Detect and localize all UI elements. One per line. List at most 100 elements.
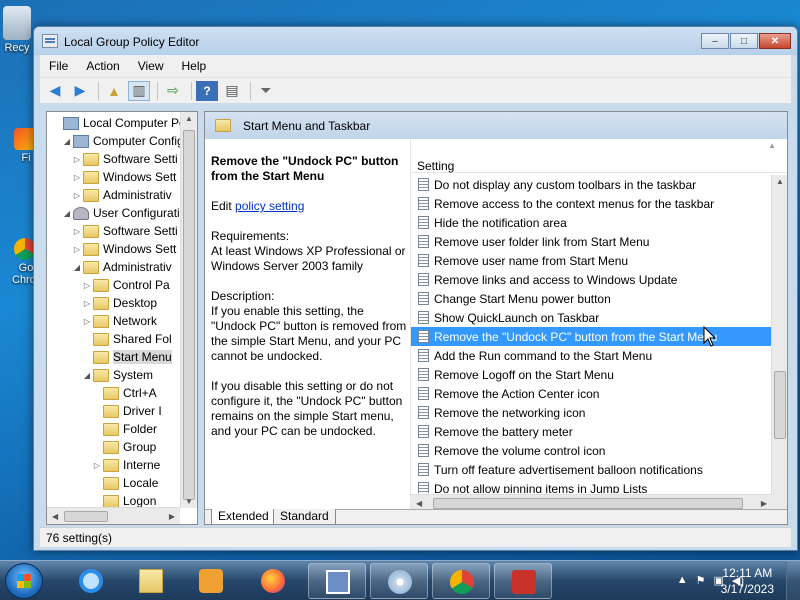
help-icon[interactable]: ? [196, 80, 218, 101]
setting-row[interactable]: Remove the volume control icon [411, 441, 772, 460]
scroll-up-icon[interactable]: ▲ [185, 114, 193, 123]
clock[interactable]: 12:11 AM 3/17/2023 [721, 565, 774, 597]
setting-row[interactable]: Remove the "Undock PC" button from the S… [411, 327, 772, 346]
tree-expander-icon[interactable]: ▷ [71, 173, 83, 182]
flag-icon[interactable]: ⚑ [696, 574, 706, 587]
settings-list[interactable]: Setting ▲ Do not display any custom tool… [410, 139, 787, 511]
back-icon[interactable]: ◀ [44, 81, 66, 101]
tree-expander-icon[interactable]: ▷ [71, 191, 83, 200]
close-button[interactable]: ✕ [759, 33, 791, 49]
tree-expander-icon[interactable]: ◢ [61, 209, 73, 218]
taskbar-app-toolbox[interactable] [494, 563, 552, 599]
setting-row[interactable]: Remove access to the context menus for t… [411, 194, 772, 213]
tree-item[interactable]: ▷ Administrativ [71, 186, 172, 204]
setting-row[interactable]: Turn off feature advertisement balloon n… [411, 460, 772, 479]
setting-row[interactable]: Remove the networking icon [411, 403, 772, 422]
taskbar-app-firefox[interactable] [244, 563, 302, 599]
forward-icon[interactable]: ▶ [69, 81, 91, 101]
scroll-left-icon[interactable]: ◀ [416, 499, 422, 508]
tree-item[interactable]: ◢ Computer Config [61, 132, 184, 150]
taskbar-app-chrome[interactable] [432, 563, 490, 599]
tree-expander-icon[interactable]: ▷ [71, 155, 83, 164]
setting-row[interactable]: Change Start Menu power button [411, 289, 772, 308]
tree-item[interactable]: Group [91, 438, 156, 456]
tree-vertical-scrollbar[interactable]: ▲ ▼ [180, 112, 197, 508]
menu-view[interactable]: View [129, 59, 173, 73]
filter-icon[interactable]: ⏷ [255, 81, 277, 101]
tree-expander-icon[interactable]: ▷ [81, 281, 93, 290]
scrollbar-thumb[interactable] [64, 511, 108, 522]
setting-row[interactable]: Show QuickLaunch on Taskbar [411, 308, 772, 327]
setting-row[interactable]: Remove the Action Center icon [411, 384, 772, 403]
setting-row[interactable]: Remove links and access to Windows Updat… [411, 270, 772, 289]
title-bar[interactable]: Local Group Policy Editor ‒ □ ✕ [34, 27, 797, 55]
menu-action[interactable]: Action [77, 59, 128, 73]
tree-item[interactable]: ◢ User Configuratio [61, 204, 186, 222]
tree-item[interactable]: Local Computer Polic [51, 114, 197, 132]
menu-file[interactable]: File [40, 59, 77, 73]
column-header-setting[interactable]: Setting ▲ [411, 139, 787, 173]
start-button[interactable] [5, 563, 43, 599]
properties-icon[interactable]: ▤ [221, 81, 243, 101]
group-policy-editor-window[interactable]: Local Group Policy Editor ‒ □ ✕ File Act… [33, 26, 798, 551]
tree-horizontal-scrollbar[interactable]: ◀ ▶ [47, 507, 180, 524]
tab-standard[interactable]: Standard [273, 509, 336, 524]
tree-item[interactable]: ▷ Interne [91, 456, 160, 474]
policy-setting-link[interactable]: policy setting [235, 199, 304, 213]
show-hidden-icons-icon[interactable]: ▲ [677, 574, 688, 587]
taskbar-app-media-player[interactable] [182, 563, 240, 599]
scroll-down-icon[interactable]: ▼ [185, 497, 193, 506]
show-hide-tree-icon[interactable]: ▥ [128, 80, 150, 101]
scroll-right-icon[interactable]: ▶ [761, 499, 767, 508]
tree-item[interactable]: Ctrl+A [91, 384, 157, 402]
up-folder-icon[interactable]: ▲ [103, 81, 125, 101]
tree-item[interactable]: Locale [91, 474, 158, 492]
maximize-button[interactable]: □ [730, 33, 758, 49]
setting-row[interactable]: Remove user folder link from Start Menu [411, 232, 772, 251]
tree-expander-icon[interactable]: ◢ [71, 263, 83, 272]
tree-item[interactable]: ▷ Software Setti [71, 150, 178, 168]
tree-item[interactable]: ▷ Control Pa [81, 276, 170, 294]
tree-expander-icon[interactable]: ▷ [81, 317, 93, 326]
setting-row[interactable]: Remove Logoff on the Start Menu [411, 365, 772, 384]
show-desktop-button[interactable] [786, 561, 800, 600]
export-list-icon[interactable]: ⇨ [162, 81, 184, 101]
tree-item[interactable]: ◢ Administrativ [71, 258, 172, 276]
tree-expander-icon[interactable]: ▷ [71, 227, 83, 236]
scrollbar-thumb[interactable] [183, 130, 195, 500]
scroll-left-icon[interactable]: ◀ [52, 512, 58, 521]
tree-expander-icon[interactable]: ▷ [91, 461, 103, 470]
desktop-icon-chrome[interactable]: Go Chro [0, 238, 36, 286]
setting-row[interactable]: Remove the battery meter [411, 422, 772, 441]
taskbar-app-network[interactable] [308, 563, 366, 599]
desktop-icon-app[interactable]: Fi [0, 128, 36, 164]
minimize-button[interactable]: ‒ [701, 33, 729, 49]
tree-item[interactable]: Driver I [91, 402, 162, 420]
setting-row[interactable]: Add the Run command to the Start Menu [411, 346, 772, 365]
console-tree[interactable]: Local Computer Polic ◢ Computer Config ▷ Sof… [46, 111, 198, 525]
taskbar-app-file-explorer[interactable] [122, 563, 180, 599]
setting-row[interactable]: Remove user name from Start Menu [411, 251, 772, 270]
tree-item[interactable]: Folder [91, 420, 157, 438]
tree-expander-icon[interactable]: ▷ [81, 299, 93, 308]
taskbar-app-internet-explorer[interactable] [62, 563, 120, 599]
setting-row[interactable]: Do not display any custom toolbars in th… [411, 175, 772, 194]
setting-row[interactable]: Hide the notification area [411, 213, 772, 232]
tree-item[interactable]: ◢ System [81, 366, 153, 384]
menu-help[interactable]: Help [173, 59, 216, 73]
tree-expander-icon[interactable]: ◢ [61, 137, 73, 146]
tree-item[interactable]: ▷ Software Setti [71, 222, 178, 240]
tab-extended[interactable]: Extended [211, 509, 276, 524]
tree-item[interactable]: Shared Fol [81, 330, 172, 348]
tree-item[interactable]: ▷ Network [81, 312, 157, 330]
scrollbar-thumb[interactable] [774, 371, 786, 439]
tree-expander-icon[interactable]: ◢ [81, 371, 93, 380]
tree-item[interactable]: ▷ Windows Sett [71, 240, 176, 258]
scrollbar-thumb[interactable] [433, 498, 743, 509]
tree-item[interactable]: ▷ Windows Sett [71, 168, 176, 186]
tree-item[interactable]: Start Menu [81, 348, 172, 366]
scroll-right-icon[interactable]: ▶ [169, 512, 175, 521]
scroll-up-icon[interactable]: ▲ [776, 177, 784, 186]
settings-vertical-scrollbar[interactable]: ▲ [771, 175, 787, 511]
setting-row[interactable]: Do not allow pinning items in Jump Lists [411, 479, 772, 493]
